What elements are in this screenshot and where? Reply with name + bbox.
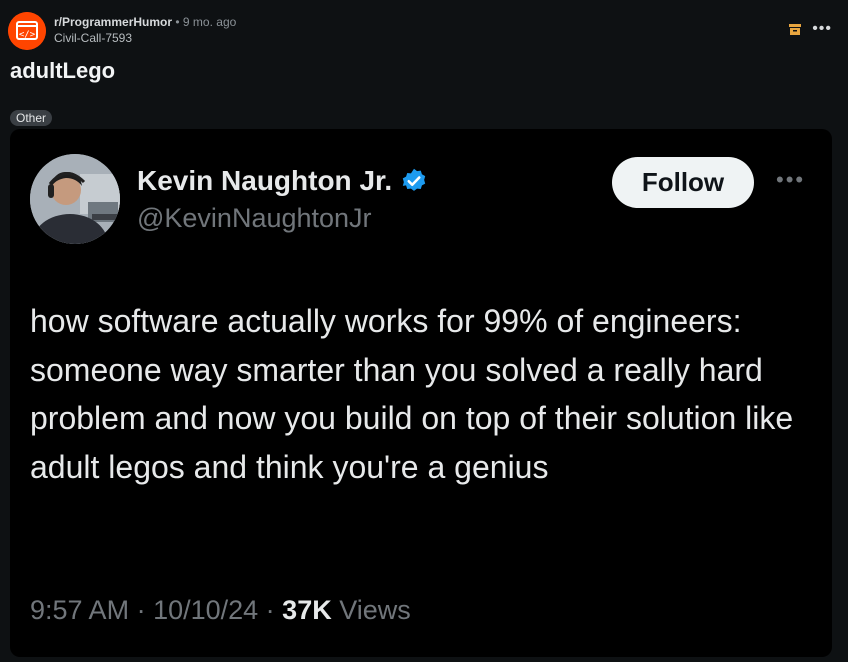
views-count: 37K <box>282 595 332 625</box>
post-flair[interactable]: Other <box>10 110 53 126</box>
tweet-time[interactable]: 9:57 AM <box>30 595 129 625</box>
svg-text:</>: </> <box>19 30 36 40</box>
post-header: </> r/ProgrammerHumor • 9 mo. ago Civil-… <box>8 12 236 52</box>
tweet-more-icon[interactable]: ••• <box>776 169 805 191</box>
views-label: Views <box>331 595 411 625</box>
post-time: 9 mo. ago <box>182 15 237 29</box>
tweet-card[interactable]: Kevin Naughton Jr. @KevinNaughtonJr Foll… <box>10 129 832 657</box>
post-title[interactable]: adultLego <box>10 58 115 84</box>
footer-separator: · <box>258 595 283 625</box>
post-actions: ••• <box>788 21 832 37</box>
tweet-text: how software actually works for 99% of e… <box>30 303 794 485</box>
subreddit-link[interactable]: r/ProgrammerHumor <box>54 15 172 29</box>
reddit-post: </> r/ProgrammerHumor • 9 mo. ago Civil-… <box>0 0 848 662</box>
post-author[interactable]: Civil-Call-7593 <box>54 30 236 47</box>
verified-badge-icon <box>402 168 426 191</box>
subreddit-avatar-icon[interactable]: </> <box>8 12 46 50</box>
follow-button[interactable]: Follow <box>612 157 754 208</box>
footer-separator: · <box>129 595 154 625</box>
tweet-author-name[interactable]: Kevin Naughton Jr. <box>137 165 392 197</box>
archive-icon[interactable] <box>788 22 802 36</box>
tweet-footer: 9:57 AM · 10/10/24 · 37K Views <box>30 595 411 626</box>
tweet-date[interactable]: 10/10/24 <box>153 595 258 625</box>
tweet-author-handle[interactable]: @KevinNaughtonJr <box>137 203 372 234</box>
tweet-avatar[interactable] <box>30 154 120 244</box>
more-options-icon[interactable]: ••• <box>812 21 832 37</box>
meta-separator: • <box>175 15 180 29</box>
